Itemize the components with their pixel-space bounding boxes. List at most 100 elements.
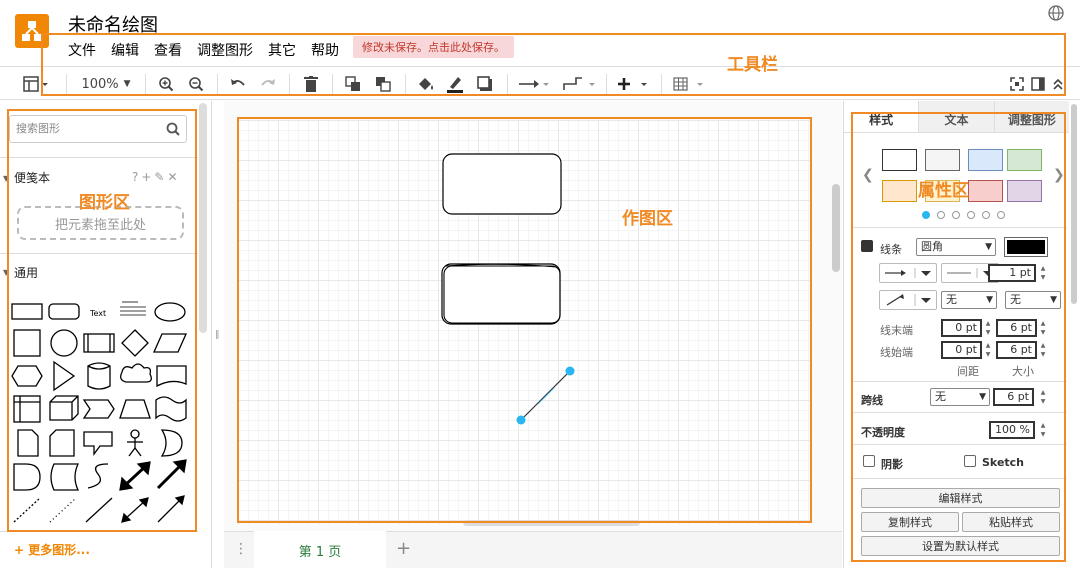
line-start-spacing-spinner[interactable]: ▲ ▼ <box>983 341 993 359</box>
line-end-spacing-spinner[interactable]: ▲ ▼ <box>983 319 993 337</box>
shape-process <box>83 333 115 353</box>
swatch-prev-icon[interactable]: ❮ <box>862 167 874 183</box>
scratchpad-tools[interactable]: ?+✎✕ <box>132 170 181 184</box>
line-width-input[interactable]: 1 pt <box>988 264 1036 282</box>
line-jump-size-spinner[interactable]: ▲ ▼ <box>1038 388 1048 406</box>
style-swatch[interactable] <box>925 149 960 171</box>
zoom-in-icon[interactable] <box>156 73 176 95</box>
waypoints-icon[interactable] <box>561 73 597 95</box>
general-shapes-grid[interactable]: Text <box>10 296 190 531</box>
tab-style[interactable]: 样式 <box>844 101 919 132</box>
shape-ellipse <box>154 302 186 322</box>
delete-icon[interactable] <box>301 73 321 95</box>
set-default-style-button[interactable]: 设置为默认样式 <box>861 536 1060 556</box>
menu-help[interactable]: 帮助 <box>311 40 339 60</box>
menu-edit[interactable]: 编辑 <box>111 40 139 60</box>
scratchpad-title[interactable]: 便笺本 <box>14 169 50 186</box>
shadow-icon[interactable] <box>474 73 496 95</box>
format-panel-icon[interactable] <box>18 73 54 95</box>
sketch-label: Sketch <box>982 456 1025 469</box>
style-swatch[interactable] <box>968 149 1003 171</box>
swatch-next-icon[interactable]: ❯ <box>1053 167 1065 183</box>
style-swatch[interactable] <box>882 149 917 171</box>
menu-arrange[interactable]: 调整图形 <box>197 40 253 60</box>
redo-icon[interactable] <box>258 73 278 95</box>
canvas-vertical-scrollbar[interactable] <box>832 184 840 272</box>
tab-text[interactable]: 文本 <box>918 101 994 132</box>
swatch-page-dot-3[interactable] <box>952 211 960 219</box>
format-panel-scrollbar[interactable] <box>1071 104 1077 304</box>
shape-search-box[interactable] <box>9 115 187 143</box>
document-title[interactable]: 未命名绘图 <box>68 11 158 37</box>
style-swatch[interactable] <box>882 180 917 202</box>
zoom-select[interactable]: 100% ▼ <box>78 73 134 95</box>
connection-icon[interactable] <box>517 73 551 95</box>
paste-style-button[interactable]: 粘贴样式 <box>962 512 1060 532</box>
menu-view[interactable]: 查看 <box>154 40 182 60</box>
edit-style-button[interactable]: 编辑样式 <box>861 488 1060 508</box>
panel-toggle-icon[interactable] <box>1029 73 1047 95</box>
fit-icon[interactable] <box>1008 73 1026 95</box>
undo-icon[interactable] <box>228 73 248 95</box>
shape-bidirectional-arrow <box>119 461 151 491</box>
format-panel: 样式 文本 调整图形 ❮ ❯ 线条 圆角 ▼ 1 pt ▲ ▼ 无 ▼ 无 ▼ 线末端 … <box>843 101 1080 568</box>
table-icon[interactable] <box>671 73 707 95</box>
general-section-title[interactable]: 通用 <box>14 264 38 281</box>
menu-extras[interactable]: 其它 <box>268 40 296 60</box>
line-end-size-input[interactable]: 6 pt <box>996 319 1037 337</box>
line-start-spacing-input[interactable]: 0 pt <box>941 341 982 359</box>
style-swatch[interactable] <box>968 180 1003 202</box>
shape-search-input[interactable] <box>16 122 156 135</box>
style-swatch[interactable] <box>1007 149 1042 171</box>
swatch-page-dot-4[interactable] <box>967 211 975 219</box>
line-start-size-spinner[interactable]: ▲ ▼ <box>1038 341 1048 359</box>
line-jump-select[interactable]: 无 ▼ <box>930 388 990 406</box>
canvas-horizontal-scrollbar[interactable] <box>463 520 640 526</box>
line-style-select[interactable]: 圆角 ▼ <box>916 238 996 256</box>
opacity-input[interactable]: 100 % <box>989 421 1035 439</box>
line-jump-size-input[interactable]: 6 pt <box>993 388 1034 406</box>
menu-file[interactable]: 文件 <box>68 40 96 60</box>
copy-style-button[interactable]: 复制样式 <box>861 512 959 532</box>
shapes-scrollbar[interactable] <box>199 103 207 333</box>
swatch-page-dot-5[interactable] <box>982 211 990 219</box>
line-color-icon[interactable] <box>444 73 466 95</box>
add-page-icon[interactable]: + <box>396 538 411 559</box>
more-shapes-link[interactable]: + 更多图形... <box>14 541 90 558</box>
to-front-icon[interactable] <box>342 73 364 95</box>
line-label: 线条 <box>880 243 902 256</box>
language-globe-icon[interactable] <box>1047 4 1065 25</box>
line-end-spacing-input[interactable]: 0 pt <box>941 319 982 337</box>
line-end-size-spinner[interactable]: ▲ ▼ <box>1038 319 1048 337</box>
tab-arrange[interactable]: 调整图形 <box>993 101 1069 132</box>
swatch-page-dot-1[interactable] <box>922 211 930 219</box>
line-start-marker-select[interactable] <box>879 290 937 310</box>
fill-color-icon[interactable] <box>415 73 437 95</box>
page-tab-1[interactable]: 第 1 页 <box>254 531 386 568</box>
line-start-marker-style-select[interactable]: 无 ▼ <box>1005 291 1061 309</box>
chevron-down-icon: ▼ <box>1050 295 1057 305</box>
line-start-size-input[interactable]: 6 pt <box>996 341 1037 359</box>
drawing-grid[interactable] <box>238 120 810 525</box>
line-checkbox[interactable] <box>861 240 873 252</box>
shadow-checkbox[interactable] <box>863 455 875 467</box>
splitter-handle[interactable]: ‖ <box>215 330 220 340</box>
sketch-checkbox[interactable] <box>964 455 976 467</box>
insert-icon[interactable] <box>615 73 651 95</box>
line-pattern-select[interactable] <box>879 263 937 283</box>
swatch-page-dot-2[interactable] <box>937 211 945 219</box>
collapse-caret-icon[interactable]: ▼ <box>3 174 9 183</box>
to-back-icon[interactable] <box>372 73 394 95</box>
page-menu-icon[interactable]: ⋮ <box>234 541 248 557</box>
swatch-page-dot-6[interactable] <box>997 211 1005 219</box>
opacity-spinner[interactable]: ▲ ▼ <box>1038 421 1048 439</box>
line-end-marker-select[interactable]: 无 ▼ <box>941 291 997 309</box>
line-width-spinner[interactable]: ▲ ▼ <box>1038 264 1048 282</box>
line-color-swatch[interactable] <box>1004 237 1048 257</box>
zoom-out-icon[interactable] <box>186 73 206 95</box>
collapse-icon[interactable] <box>1049 73 1067 95</box>
search-icon[interactable] <box>166 122 180 139</box>
style-swatch[interactable] <box>1007 180 1042 202</box>
unsaved-notice[interactable]: 修改未保存。点击此处保存。 <box>353 36 514 58</box>
collapse-caret-icon[interactable]: ▼ <box>3 268 9 277</box>
